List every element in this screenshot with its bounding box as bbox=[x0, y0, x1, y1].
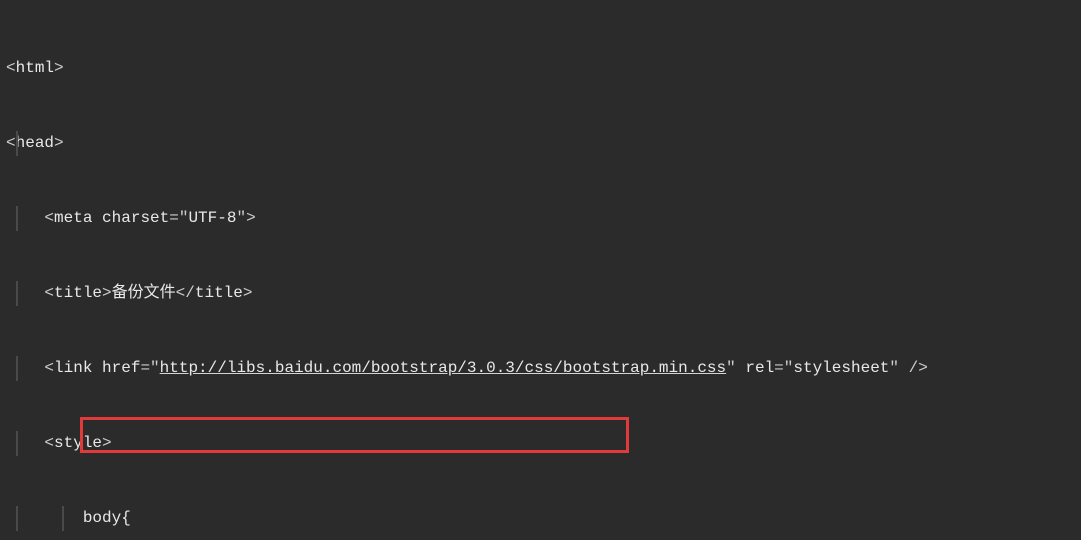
val-stylesheet: stylesheet bbox=[793, 359, 889, 377]
css-selector: body{ bbox=[83, 509, 131, 527]
tag-link: link bbox=[54, 359, 92, 377]
code-editor[interactable]: <html> <head> <meta charset="UTF-8"> <ti… bbox=[0, 0, 1081, 540]
attr-rel: rel bbox=[745, 359, 774, 377]
tag-title: title bbox=[54, 284, 102, 302]
equals-quote: =" bbox=[140, 359, 159, 377]
code-line: <title>备份文件</title> bbox=[6, 281, 1081, 306]
self-close: /> bbox=[909, 359, 928, 377]
fold-guide bbox=[16, 356, 18, 381]
angle-open: < bbox=[6, 134, 16, 152]
code-line: <link href="http://libs.baidu.com/bootst… bbox=[6, 356, 1081, 381]
tag-meta: meta bbox=[54, 209, 92, 227]
tag-style: style bbox=[54, 434, 102, 452]
code-line: <head> bbox=[6, 131, 1081, 156]
code-line: <meta charset="UTF-8"> bbox=[6, 206, 1081, 231]
space bbox=[92, 209, 102, 227]
attr-href: href bbox=[102, 359, 140, 377]
angle-open: < bbox=[44, 359, 54, 377]
space bbox=[92, 359, 102, 377]
tag-html: html bbox=[16, 59, 54, 77]
angle-open: < bbox=[44, 434, 54, 452]
quote: " bbox=[726, 359, 736, 377]
fold-guide bbox=[16, 206, 18, 231]
code-line: <style> bbox=[6, 431, 1081, 456]
fold-guide bbox=[16, 281, 18, 306]
code-line: <html> bbox=[6, 56, 1081, 81]
angle-open: < bbox=[44, 209, 54, 227]
space bbox=[899, 359, 909, 377]
angle-open-slash: </ bbox=[176, 284, 195, 302]
angle-close: > bbox=[102, 284, 112, 302]
tag-head: head bbox=[16, 134, 54, 152]
href-url: http://libs.baidu.com/bootstrap/3.0.3/cs… bbox=[160, 359, 727, 377]
angle-open: < bbox=[6, 59, 16, 77]
fold-guide bbox=[16, 506, 18, 531]
attr-charset: charset bbox=[102, 209, 169, 227]
angle-close: > bbox=[102, 434, 112, 452]
val-utf8: UTF-8 bbox=[188, 209, 236, 227]
angle-close: > bbox=[246, 209, 256, 227]
quote: " bbox=[236, 209, 246, 227]
angle-close: > bbox=[54, 59, 64, 77]
fold-guide bbox=[16, 131, 18, 156]
angle-close: > bbox=[243, 284, 253, 302]
equals-quote: =" bbox=[169, 209, 188, 227]
code-line: body{ bbox=[6, 506, 1081, 531]
angle-close: > bbox=[54, 134, 64, 152]
equals-quote: =" bbox=[774, 359, 793, 377]
tag-title-close: title bbox=[195, 284, 243, 302]
title-text: 备份文件 bbox=[112, 284, 176, 302]
fold-guide bbox=[16, 431, 18, 456]
angle-open: < bbox=[44, 284, 54, 302]
fold-guide bbox=[62, 506, 64, 531]
space bbox=[736, 359, 746, 377]
quote: " bbox=[889, 359, 899, 377]
